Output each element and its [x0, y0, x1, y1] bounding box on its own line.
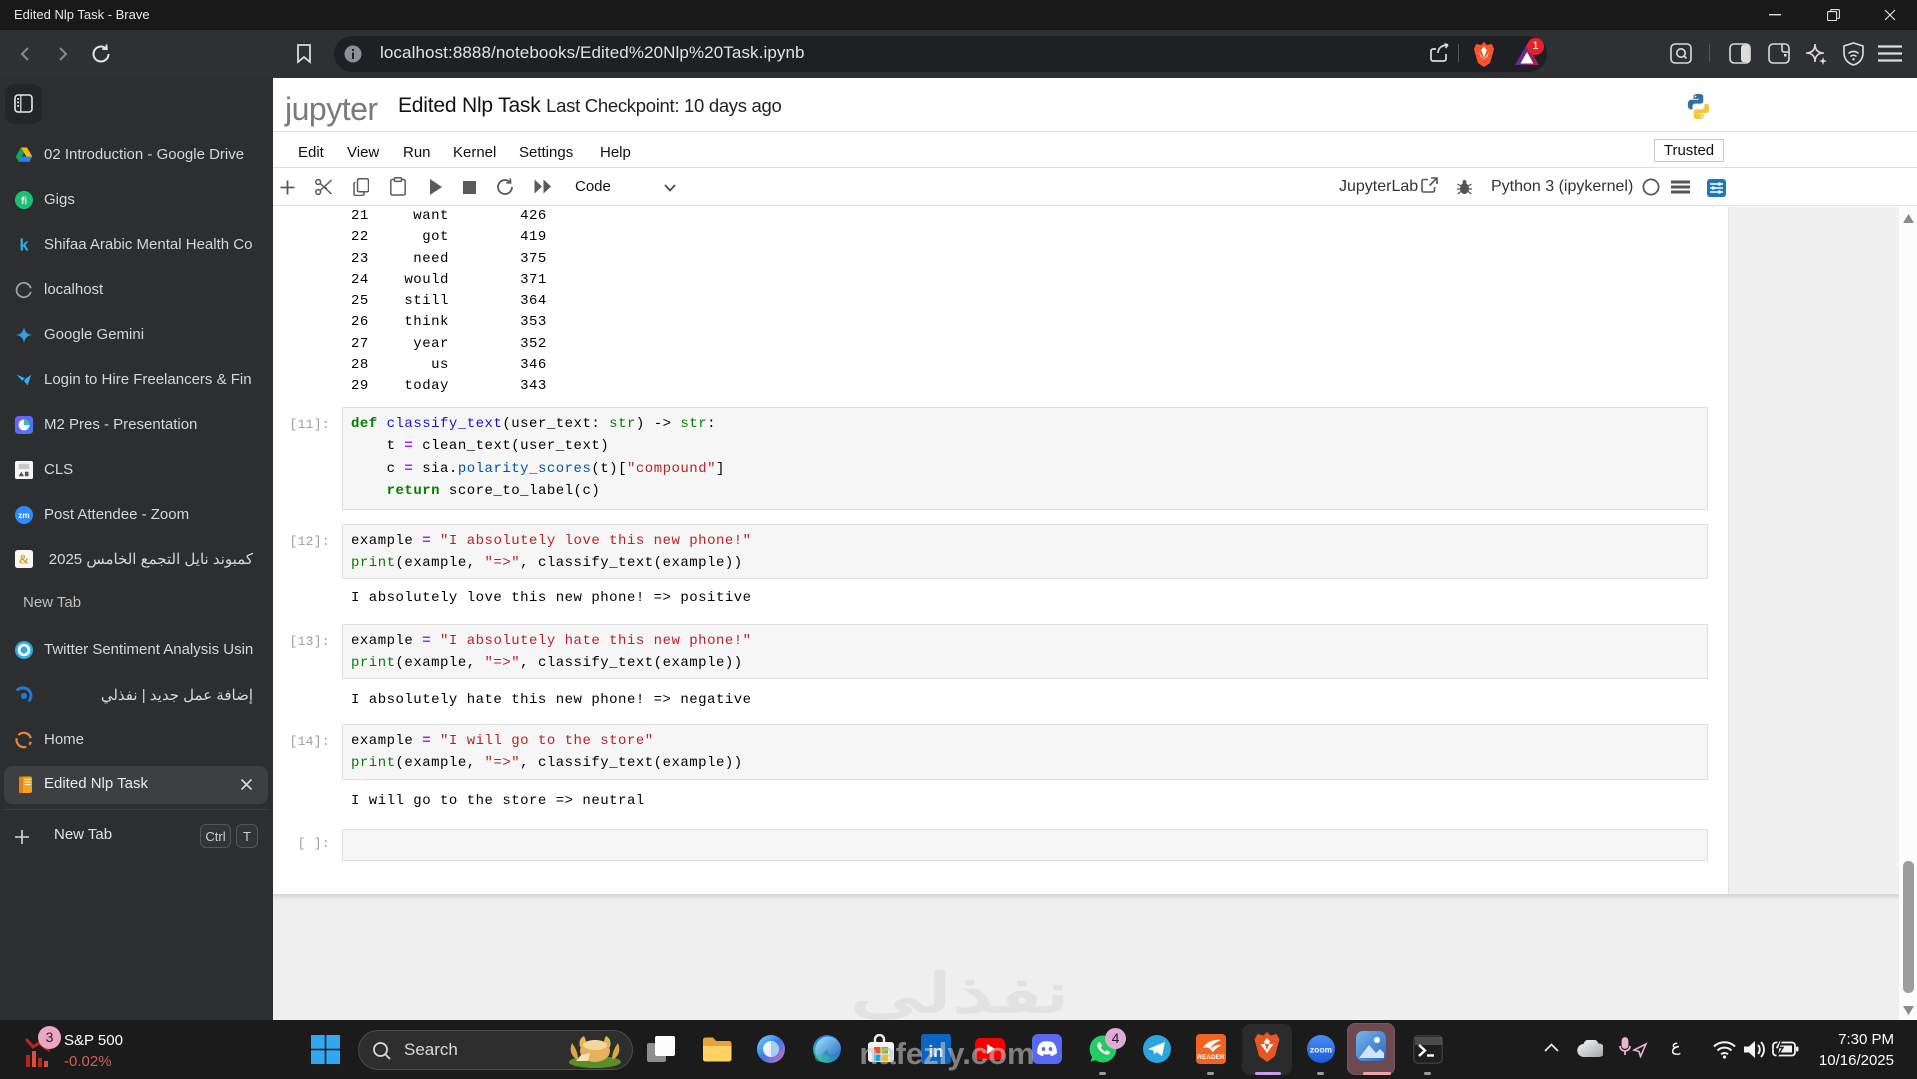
svg-text:fi: fi [21, 196, 27, 207]
svg-text:&: & [19, 553, 30, 567]
svg-text:READER: READER [1197, 1054, 1225, 1061]
svg-text:k: k [19, 236, 29, 254]
svg-text:zoom: zoom [1310, 1045, 1333, 1055]
svg-text:zm: zm [18, 511, 29, 520]
